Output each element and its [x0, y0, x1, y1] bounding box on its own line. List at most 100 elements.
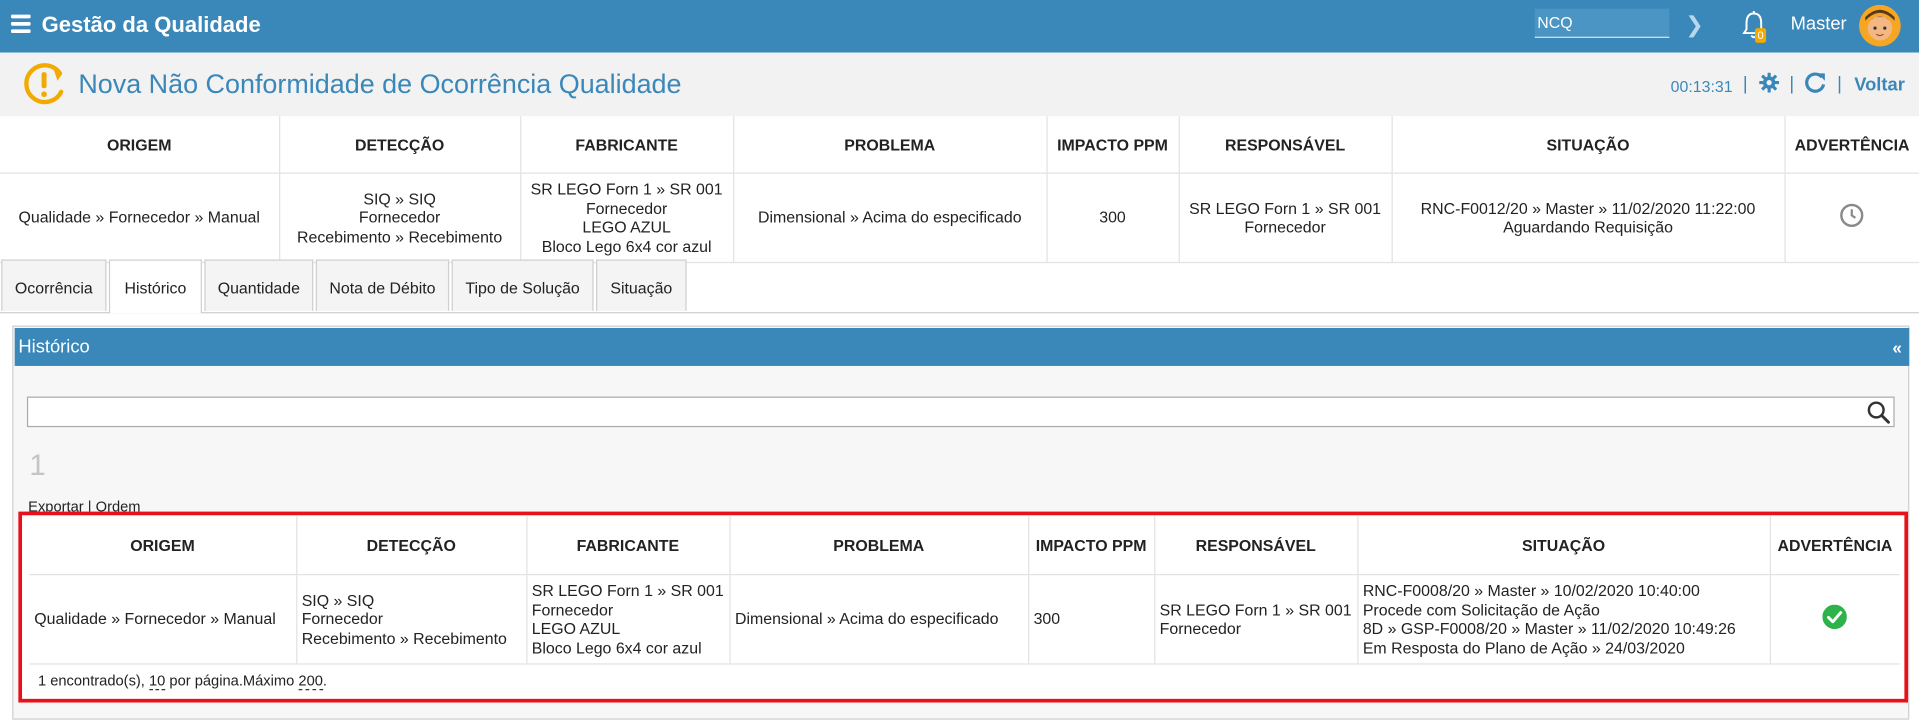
column-header: DETECÇÃO	[279, 116, 521, 174]
module-input[interactable]	[1534, 8, 1670, 38]
history-advertencia	[1769, 574, 1900, 665]
summary-row: Qualidade » Fornecedor » Manual SIQ » SI…	[0, 173, 1919, 264]
session-timer: 00:13:31	[1670, 77, 1733, 96]
tab-bar: Ocorrência Histórico Quantidade Nota de …	[0, 259, 1919, 314]
history-deteccao: SIQ » SIQ Fornecedor Recebimento » Receb…	[296, 574, 527, 665]
cell-line: LEGO AZUL	[582, 217, 671, 237]
header-separator: |	[1837, 73, 1842, 95]
per-page-selector[interactable]: 10	[148, 671, 166, 691]
search-input[interactable]	[26, 396, 1895, 428]
summary-problema: Dimensional » Acima do especificado	[733, 173, 1048, 264]
table-row[interactable]: Qualidade » Fornecedor » Manual SIQ » SI…	[29, 574, 1900, 665]
cell-line: 8D » GSP-F0008/20 » Master » 11/02/2020 …	[1362, 619, 1736, 638]
column-header[interactable]: FABRICANTE	[526, 516, 731, 576]
history-responsavel: SR LEGO Forn 1 » SR 001 Fornecedor	[1154, 574, 1358, 665]
cell-line: Fornecedor	[531, 600, 614, 619]
cell-line: Fornecedor	[358, 208, 441, 227]
column-header[interactable]: IMPACTO PPM	[1028, 516, 1155, 576]
column-header: ADVERTÊNCIA	[1784, 116, 1919, 174]
summary-deteccao: SIQ » SIQ Fornecedor Recebimento » Receb…	[279, 173, 521, 264]
header-separator: |	[1742, 73, 1748, 95]
column-header: IMPACTO PPM	[1046, 116, 1180, 174]
cell-line: Fornecedor	[1159, 619, 1242, 638]
results-footer: 1 encontrado(s), 10 por página.Máximo 20…	[37, 671, 327, 691]
avatar[interactable]	[1859, 4, 1901, 47]
notification-badge: 0	[1755, 28, 1767, 43]
panel-header: Histórico «	[14, 328, 1910, 366]
tab-nota-de-debito[interactable]: Nota de Débito	[315, 259, 450, 311]
check-circle-icon	[1822, 604, 1847, 630]
cell-line: Fornecedor	[301, 609, 384, 629]
history-header-row: ORIGEM DETECÇÃO FABRICANTE PROBLEMA IMPA…	[29, 516, 1900, 576]
summary-advertencia	[1784, 173, 1919, 264]
summary-origem: Qualidade » Fornecedor » Manual	[0, 173, 280, 264]
tab-situacao[interactable]: Situação	[596, 259, 687, 311]
summary-responsavel: SR LEGO Forn 1 » SR 001 Fornecedor	[1178, 173, 1393, 264]
warning-refresh-icon	[24, 63, 64, 105]
cell-line: Recebimento » Recebimento	[301, 628, 507, 648]
summary-impacto: 300	[1046, 173, 1180, 264]
cell-line: Aguardando Requisição	[1503, 217, 1673, 237]
history-table: ORIGEM DETECÇÃO FABRICANTE PROBLEMA IMPA…	[29, 516, 1900, 665]
summary-fabricante: SR LEGO Forn 1 » SR 001 Fornecedor LEGO …	[520, 173, 734, 264]
history-fabricante: SR LEGO Forn 1 » SR 001 Fornecedor LEGO …	[526, 574, 731, 665]
cell-line: LEGO AZUL	[531, 619, 621, 638]
column-header[interactable]: SITUAÇÃO	[1357, 516, 1771, 576]
column-header[interactable]: DETECÇÃO	[296, 516, 527, 576]
history-impacto: 300	[1028, 574, 1155, 665]
column-header[interactable]: ADVERTÊNCIA	[1769, 516, 1900, 576]
column-header: FABRICANTE	[520, 116, 734, 174]
column-header: ORIGEM	[0, 116, 280, 174]
found-count: 1 encontrado(s),	[37, 671, 149, 690]
cell-line: Procede com Solicitação de Ação	[1362, 600, 1600, 619]
tab-tipo-de-solucao[interactable]: Tipo de Solução	[451, 259, 594, 311]
page-number[interactable]: 1	[29, 449, 45, 483]
collapse-button[interactable]: «	[1892, 338, 1902, 358]
max-selector[interactable]: 200	[298, 671, 323, 691]
summary-table: ORIGEM DETECÇÃO FABRICANTE PROBLEMA IMPA…	[0, 116, 1919, 264]
summary-header-row: ORIGEM DETECÇÃO FABRICANTE PROBLEMA IMPA…	[0, 116, 1919, 174]
page-title: Nova Não Conformidade de Ocorrência Qual…	[78, 68, 682, 100]
cell-line: Fornecedor	[1244, 217, 1326, 237]
refresh-icon[interactable]	[1804, 72, 1826, 94]
cell-line: Recebimento » Recebimento	[297, 227, 503, 246]
cell-line: SIQ » SIQ	[363, 189, 436, 208]
cell-line: SR LEGO Forn 1 » SR 001	[1189, 198, 1382, 218]
column-header: PROBLEMA	[733, 116, 1048, 174]
cell-line: SIQ » SIQ	[301, 590, 375, 610]
menu-icon[interactable]	[11, 14, 31, 35]
chevron-right-icon[interactable]: ❯	[1685, 12, 1703, 38]
cell-line: SR LEGO Forn 1 » SR 001	[531, 581, 724, 600]
search-icon[interactable]	[1866, 400, 1890, 424]
column-header[interactable]: RESPONSÁVEL	[1154, 516, 1358, 576]
cell-line: Bloco Lego 6x4 cor azul	[531, 638, 702, 657]
panel-title: Histórico	[18, 336, 90, 358]
gear-icon[interactable]	[1759, 72, 1780, 93]
tab-ocorrencia[interactable]: Ocorrência	[1, 259, 107, 311]
clock-icon	[1840, 204, 1864, 228]
history-origem: Qualidade » Fornecedor » Manual	[29, 574, 297, 665]
per-page-text: por página.Máximo	[165, 671, 299, 690]
tab-historico[interactable]: Histórico	[108, 259, 202, 314]
column-header: RESPONSÁVEL	[1178, 116, 1393, 174]
user-name[interactable]: Master	[1791, 13, 1847, 34]
header-separator: |	[1789, 73, 1795, 95]
cell-line: Fornecedor	[585, 198, 668, 218]
cell-line: RNC-F0008/20 » Master » 10/02/2020 10:40…	[1362, 581, 1700, 600]
cell-line: Bloco Lego 6x4 cor azul	[541, 236, 712, 256]
cell-line: Em Resposta do Plano de Ação » 24/03/202…	[1362, 638, 1685, 657]
column-header: SITUAÇÃO	[1391, 116, 1786, 174]
history-situacao: RNC-F0008/20 » Master » 10/02/2020 10:40…	[1357, 574, 1771, 665]
cell-line: SR LEGO Forn 1 » SR 001	[530, 179, 723, 199]
back-button[interactable]: Voltar	[1854, 75, 1905, 96]
page-header: Nova Não Conformidade de Ocorrência Qual…	[0, 52, 1919, 117]
cell-line: SR LEGO Forn 1 » SR 001	[1159, 600, 1352, 619]
cell-line: RNC-F0012/20 » Master » 11/02/2020 11:22…	[1420, 198, 1756, 218]
tab-quantidade[interactable]: Quantidade	[204, 259, 314, 311]
app-title: Gestão da Qualidade	[41, 12, 261, 37]
column-header[interactable]: ORIGEM	[29, 516, 297, 576]
history-problema: Dimensional » Acima do especificado	[729, 574, 1029, 665]
top-bar: Gestão da Qualidade ❯ 0 Master	[0, 0, 1919, 53]
column-header[interactable]: PROBLEMA	[729, 516, 1029, 576]
summary-situacao: RNC-F0012/20 » Master » 11/02/2020 11:22…	[1391, 173, 1786, 264]
